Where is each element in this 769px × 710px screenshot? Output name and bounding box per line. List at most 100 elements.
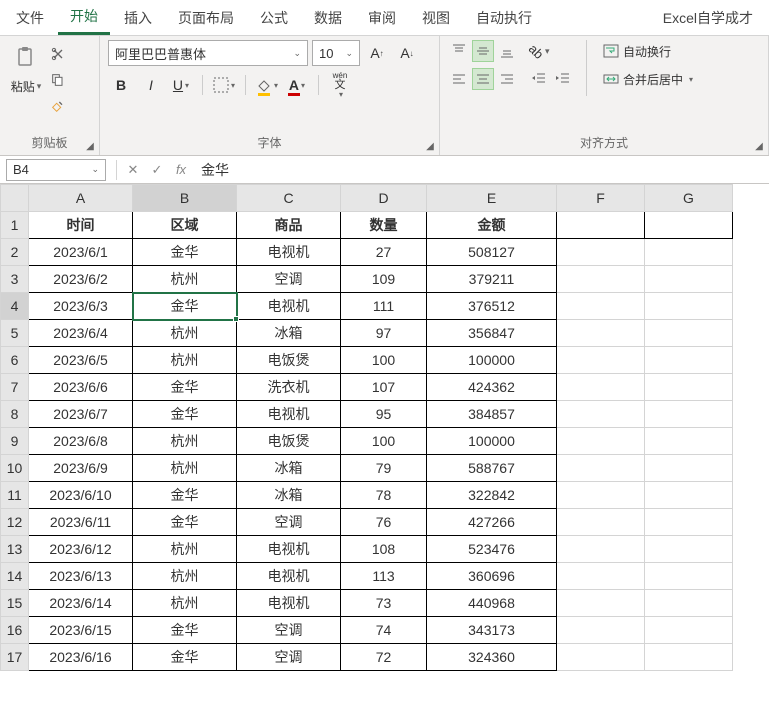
cell-D3[interactable]: 109 [341, 266, 427, 293]
cell-D8[interactable]: 95 [341, 401, 427, 428]
row-header-2[interactable]: 2 [1, 239, 29, 266]
cell-F14[interactable] [557, 563, 645, 590]
col-header-C[interactable]: C [237, 185, 341, 212]
row-header-9[interactable]: 9 [1, 428, 29, 455]
cell-G1[interactable] [645, 212, 733, 239]
cell-C17[interactable]: 空调 [237, 644, 341, 671]
cell-D13[interactable]: 108 [341, 536, 427, 563]
cell-G8[interactable] [645, 401, 733, 428]
cell-B16[interactable]: 金华 [133, 617, 237, 644]
increase-indent-button[interactable] [552, 68, 574, 90]
menu-tab-0[interactable]: 文件 [4, 2, 56, 34]
cell-E17[interactable]: 324360 [427, 644, 557, 671]
cell-B11[interactable]: 金华 [133, 482, 237, 509]
cell-C5[interactable]: 冰箱 [237, 320, 341, 347]
col-header-F[interactable]: F [557, 185, 645, 212]
paste-label[interactable]: 粘贴▾ [11, 78, 42, 95]
cell-G12[interactable] [645, 509, 733, 536]
row-header-17[interactable]: 17 [1, 644, 29, 671]
cell-G5[interactable] [645, 320, 733, 347]
cell-D2[interactable]: 27 [341, 239, 427, 266]
cell-C14[interactable]: 电视机 [237, 563, 341, 590]
cell-C3[interactable]: 空调 [237, 266, 341, 293]
fill-color-button[interactable] [254, 72, 280, 98]
cell-E11[interactable]: 322842 [427, 482, 557, 509]
increase-font-button[interactable]: A↑ [364, 40, 390, 66]
cell-A13[interactable]: 2023/6/12 [29, 536, 133, 563]
select-all-corner[interactable] [1, 185, 29, 212]
menu-tab-5[interactable]: 数据 [302, 2, 354, 34]
merge-center-button[interactable]: 合并后居中 [599, 68, 697, 90]
cell-G16[interactable] [645, 617, 733, 644]
cell-C11[interactable]: 冰箱 [237, 482, 341, 509]
cell-A2[interactable]: 2023/6/1 [29, 239, 133, 266]
cancel-formula-button[interactable]: ✕ [121, 158, 145, 182]
font-dialog-launcher[interactable]: ◢ [423, 139, 437, 153]
phonetic-button[interactable]: wén 文 [327, 72, 353, 98]
cell-D17[interactable]: 72 [341, 644, 427, 671]
confirm-formula-button[interactable]: ✓ [145, 158, 169, 182]
cell-C2[interactable]: 电视机 [237, 239, 341, 266]
cell-A9[interactable]: 2023/6/8 [29, 428, 133, 455]
row-header-6[interactable]: 6 [1, 347, 29, 374]
cell-A5[interactable]: 2023/6/4 [29, 320, 133, 347]
fx-button[interactable]: fx [169, 158, 193, 182]
cell-A14[interactable]: 2023/6/13 [29, 563, 133, 590]
cell-B9[interactable]: 杭州 [133, 428, 237, 455]
cell-E9[interactable]: 100000 [427, 428, 557, 455]
cell-A11[interactable]: 2023/6/10 [29, 482, 133, 509]
cell-D9[interactable]: 100 [341, 428, 427, 455]
cell-B12[interactable]: 金华 [133, 509, 237, 536]
cell-C10[interactable]: 冰箱 [237, 455, 341, 482]
cell-F13[interactable] [557, 536, 645, 563]
cell-A7[interactable]: 2023/6/6 [29, 374, 133, 401]
cell-F8[interactable] [557, 401, 645, 428]
cell-C6[interactable]: 电饭煲 [237, 347, 341, 374]
grid-area[interactable]: ABCDEFG1时间区域商品数量金额22023/6/1金华电视机27508127… [0, 184, 769, 710]
cell-D12[interactable]: 76 [341, 509, 427, 536]
col-header-B[interactable]: B [133, 185, 237, 212]
orientation-button[interactable]: ab▾ [528, 40, 550, 62]
underline-button[interactable]: U [168, 72, 194, 98]
row-header-10[interactable]: 10 [1, 455, 29, 482]
name-box[interactable]: B4⌄ [6, 159, 106, 181]
cell-E14[interactable]: 360696 [427, 563, 557, 590]
cell-B1[interactable]: 区域 [133, 212, 237, 239]
cell-G10[interactable] [645, 455, 733, 482]
cell-A8[interactable]: 2023/6/7 [29, 401, 133, 428]
align-dialog-launcher[interactable]: ◢ [752, 139, 766, 153]
menu-tab-4[interactable]: 公式 [248, 2, 300, 34]
cell-B5[interactable]: 杭州 [133, 320, 237, 347]
cell-F16[interactable] [557, 617, 645, 644]
cell-E16[interactable]: 343173 [427, 617, 557, 644]
cell-G15[interactable] [645, 590, 733, 617]
cell-F1[interactable] [557, 212, 645, 239]
cell-E15[interactable]: 440968 [427, 590, 557, 617]
cell-C12[interactable]: 空调 [237, 509, 341, 536]
cell-A15[interactable]: 2023/6/14 [29, 590, 133, 617]
cell-E6[interactable]: 100000 [427, 347, 557, 374]
cell-D11[interactable]: 78 [341, 482, 427, 509]
col-header-A[interactable]: A [29, 185, 133, 212]
font-name-select[interactable]: 阿里巴巴普惠体⌄ [108, 40, 308, 66]
cell-E13[interactable]: 523476 [427, 536, 557, 563]
cell-A16[interactable]: 2023/6/15 [29, 617, 133, 644]
row-header-16[interactable]: 16 [1, 617, 29, 644]
menu-tab-7[interactable]: 视图 [410, 2, 462, 34]
cell-A1[interactable]: 时间 [29, 212, 133, 239]
decrease-font-button[interactable]: A↓ [394, 40, 420, 66]
cell-F5[interactable] [557, 320, 645, 347]
fill-handle[interactable] [233, 316, 239, 322]
cell-E2[interactable]: 508127 [427, 239, 557, 266]
font-color-button[interactable]: A [284, 72, 310, 98]
cell-F10[interactable] [557, 455, 645, 482]
cell-G2[interactable] [645, 239, 733, 266]
menu-tab-2[interactable]: 插入 [112, 2, 164, 34]
row-header-15[interactable]: 15 [1, 590, 29, 617]
cell-E10[interactable]: 588767 [427, 455, 557, 482]
row-header-5[interactable]: 5 [1, 320, 29, 347]
cell-C13[interactable]: 电视机 [237, 536, 341, 563]
copy-button[interactable] [48, 70, 68, 90]
cut-button[interactable] [48, 44, 68, 64]
col-header-E[interactable]: E [427, 185, 557, 212]
